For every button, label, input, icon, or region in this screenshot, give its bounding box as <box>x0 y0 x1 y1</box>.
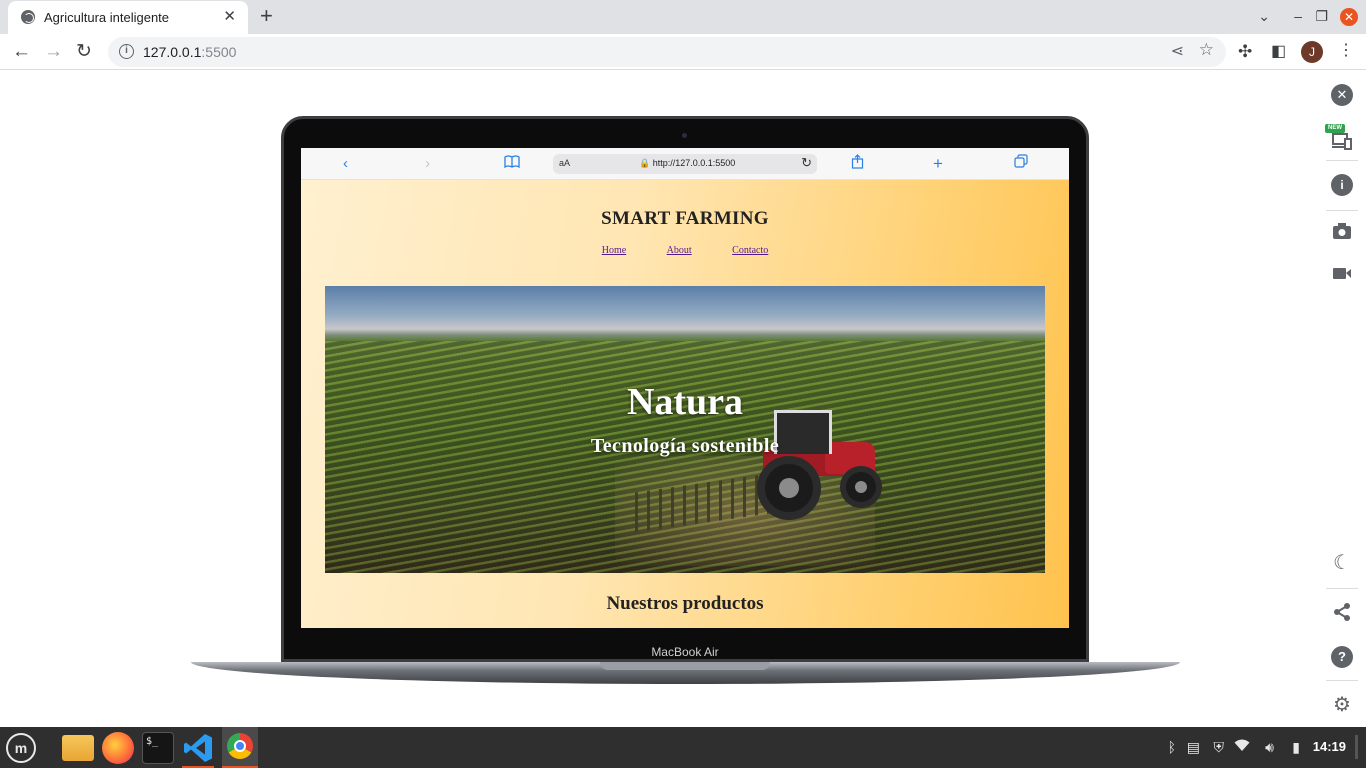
divider <box>1326 160 1358 161</box>
divider <box>1326 680 1358 681</box>
bluetooth-icon[interactable]: ᛒ <box>1168 738 1176 756</box>
macbook-screen: ‹ › aA 🔒 http://127.0.0.1:5500 ↻ + SMART… <box>301 148 1069 628</box>
hero-title: Natura <box>626 381 744 423</box>
safari-tabs-icon[interactable] <box>1014 154 1028 174</box>
new-tab-button[interactable]: + <box>260 5 273 27</box>
forward-arrow-icon[interactable]: → <box>44 40 63 64</box>
extension-side-panel: ✕ NEW i ☾ ? ⚙ <box>1318 70 1366 727</box>
tab-close-icon[interactable]: ✕ <box>223 8 236 26</box>
hero-subtitle: Tecnología sostenible <box>590 435 780 457</box>
minimize-button[interactable]: – <box>1294 8 1302 24</box>
tab-title: Agricultura inteligente <box>44 10 170 25</box>
share-icon[interactable]: ⋖ <box>1171 41 1184 61</box>
site-info-icon[interactable]: i <box>119 44 134 59</box>
devices-icon[interactable]: NEW <box>1325 124 1353 152</box>
macbook-label: MacBook Air <box>651 645 719 659</box>
more-menu-icon[interactable]: ⋮ <box>1338 40 1354 62</box>
window-close-button[interactable]: ✕ <box>1340 8 1358 26</box>
terminal-icon[interactable]: $_ <box>142 732 174 764</box>
website: SMART FARMING Home About Contacto Natura… <box>301 180 1069 628</box>
files-folder-icon[interactable] <box>62 735 94 761</box>
battery-icon[interactable]: ▮ <box>1292 738 1300 756</box>
new-badge: NEW <box>1325 124 1345 133</box>
gear-icon[interactable]: ⚙ <box>1331 694 1353 716</box>
address-bar[interactable]: i 127.0.0.1:5500 ⋖ ☆ <box>108 37 1226 67</box>
safari-toolbar: ‹ › aA 🔒 http://127.0.0.1:5500 ↻ + <box>301 148 1069 180</box>
show-desktop-button[interactable] <box>1355 735 1358 759</box>
safari-url: 🔒 http://127.0.0.1:5500 <box>639 158 736 168</box>
clipboard-icon[interactable]: ▤ <box>1187 738 1200 756</box>
shield-icon[interactable]: ⛨ <box>1214 738 1225 756</box>
firefox-icon[interactable] <box>102 732 134 764</box>
chrome-icon[interactable] <box>222 727 258 768</box>
safari-text-size[interactable]: aA <box>559 158 570 168</box>
nav-link-home[interactable]: Home <box>602 245 626 256</box>
close-icon[interactable]: ✕ <box>1331 84 1353 106</box>
dark-mode-moon-icon[interactable]: ☾ <box>1331 552 1353 574</box>
safari-address-bar[interactable]: aA 🔒 http://127.0.0.1:5500 ↻ <box>553 154 817 174</box>
divider <box>1326 588 1358 589</box>
nav-link-contacto[interactable]: Contacto <box>732 245 768 256</box>
profile-avatar[interactable]: J <box>1301 41 1323 63</box>
tractor-front-wheel <box>840 466 882 508</box>
safari-share-icon[interactable] <box>851 154 864 175</box>
mint-menu-icon[interactable]: m <box>6 733 36 763</box>
extensions-puzzle-icon[interactable]: ✣ <box>1238 40 1252 64</box>
safari-reload-icon[interactable]: ↻ <box>801 155 812 171</box>
browser-tab[interactable]: Agricultura inteligente ✕ <box>8 1 248 34</box>
safari-bookmarks-book-icon[interactable] <box>504 154 520 174</box>
bookmark-star-icon[interactable]: ☆ <box>1199 40 1214 60</box>
restore-button[interactable]: ❐ <box>1315 8 1328 24</box>
reload-icon[interactable]: ↻ <box>76 40 92 64</box>
browser-tab-strip: Agricultura inteligente ✕ + ⌄ – ❐ ✕ <box>0 0 1366 34</box>
products-heading: Nuestros productos <box>606 593 764 614</box>
browser-toolbar: ← → ↻ i 127.0.0.1:5500 ⋖ ☆ ✣ ◧ J ⋮ <box>0 34 1366 70</box>
back-arrow-icon[interactable]: ← <box>12 40 31 64</box>
globe-icon <box>21 10 35 24</box>
side-panel-icon[interactable]: ◧ <box>1271 40 1286 64</box>
share-icon[interactable] <box>1331 602 1353 624</box>
safari-new-tab-icon[interactable]: + <box>933 154 943 174</box>
nav-link-about[interactable]: About <box>667 245 692 256</box>
tractor-rear-wheel <box>757 456 821 520</box>
taskbar: m $_ ᛒ ▤ ⛨ 🔊︎ ▮ 14:19 <box>0 727 1366 768</box>
wifi-icon[interactable] <box>1234 738 1250 756</box>
help-icon[interactable]: ? <box>1331 646 1353 668</box>
clock[interactable]: 14:19 <box>1313 739 1346 754</box>
vscode-icon[interactable] <box>182 732 214 764</box>
site-title: SMART FARMING <box>601 208 769 229</box>
macbook-notch <box>600 662 770 670</box>
site-nav: Home About Contacto <box>301 245 1069 256</box>
info-icon[interactable]: i <box>1331 174 1353 196</box>
safari-back-icon[interactable]: ‹ <box>343 154 348 174</box>
volume-icon[interactable]: 🔊︎ <box>1265 738 1274 756</box>
safari-forward-icon[interactable]: › <box>425 154 430 174</box>
tab-search-chevron-icon[interactable]: ⌄ <box>1258 8 1270 24</box>
hero-banner: Natura Tecnología sostenible <box>325 286 1045 573</box>
camera-icon[interactable] <box>1331 222 1353 244</box>
webcam-dot <box>682 133 687 138</box>
divider <box>1326 210 1358 211</box>
url-text[interactable]: 127.0.0.1:5500 <box>143 44 236 60</box>
video-camera-icon[interactable] <box>1331 265 1353 287</box>
